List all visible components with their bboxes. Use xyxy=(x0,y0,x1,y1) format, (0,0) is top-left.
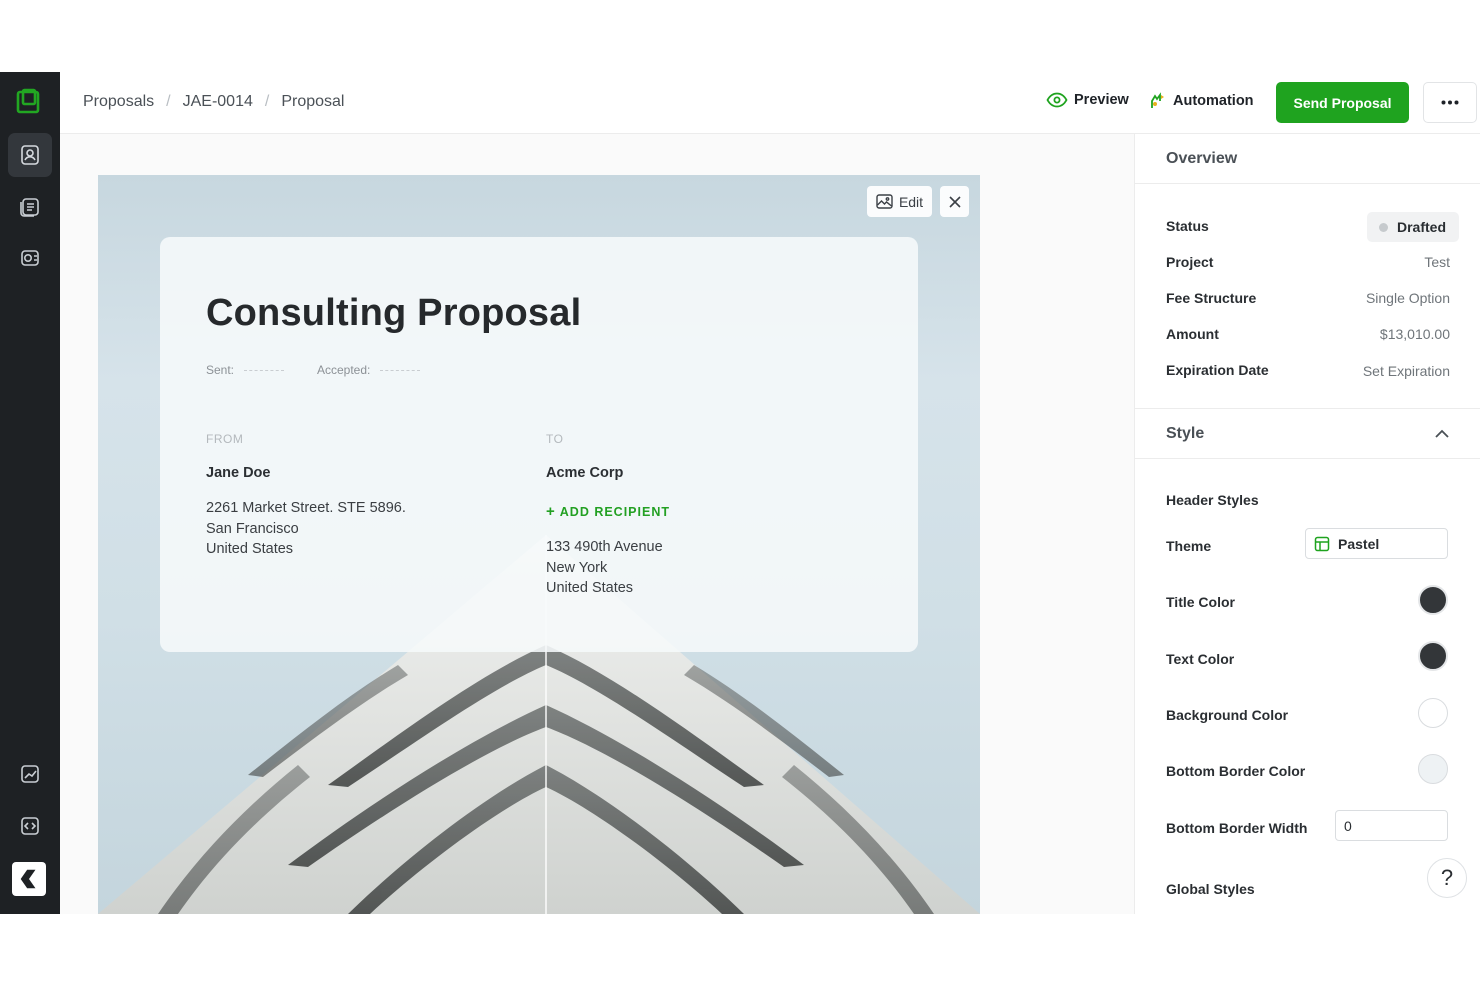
background-color-label: Background Color xyxy=(1166,707,1289,723)
breadcrumb-current: Proposal xyxy=(281,93,345,110)
proposal-header-card: Consulting Proposal Sent: Accepted: FROM… xyxy=(160,237,918,652)
status-label: Status xyxy=(1166,218,1209,234)
documents-icon xyxy=(20,198,39,217)
proposal-header-image[interactable]: Edit Consulting Proposal Sent: Accepted:… xyxy=(98,175,980,914)
fee-structure-value[interactable]: Single Option xyxy=(1366,290,1450,306)
automation-icon xyxy=(1151,92,1164,108)
add-recipient-label: ADD RECIPIENT xyxy=(559,505,670,519)
breadcrumb-proposal-id[interactable]: JAE-0014 xyxy=(183,93,253,111)
preview-label: Preview xyxy=(1074,92,1129,108)
edit-label: Edit xyxy=(898,193,924,210)
accepted-field: Accepted: xyxy=(317,363,421,377)
brand-logo-icon[interactable] xyxy=(12,862,46,896)
edit-image-button[interactable]: Edit xyxy=(867,186,932,217)
status-dot-icon xyxy=(1379,222,1388,232)
text-color-swatch[interactable] xyxy=(1418,641,1448,671)
to-address-line: 133 490th Avenue xyxy=(546,539,663,555)
style-section: Header Styles Theme Pastel Title Color T… xyxy=(1135,460,1480,914)
app-logo-icon[interactable] xyxy=(16,88,42,114)
image-icon xyxy=(876,194,893,209)
breadcrumb-proposals[interactable]: Proposals xyxy=(83,93,154,111)
add-recipient-button[interactable]: + ADD RECIPIENT xyxy=(546,503,670,520)
amount-value: $13,010.00 xyxy=(1379,326,1450,342)
to-label: TO xyxy=(546,432,564,446)
automation-label: Automation xyxy=(1173,93,1254,109)
breadcrumb-separator: / xyxy=(166,93,171,110)
analytics-icon xyxy=(21,765,39,783)
header-styles-heading: Header Styles xyxy=(1166,492,1259,508)
sent-field: Sent: xyxy=(206,363,285,377)
overview-header: Overview xyxy=(1135,134,1480,184)
style-section-header[interactable]: Style xyxy=(1135,408,1480,459)
theme-label: Theme xyxy=(1166,538,1212,554)
title-color-swatch[interactable] xyxy=(1418,585,1448,615)
sent-value-placeholder xyxy=(244,369,285,371)
from-address-line: 2261 Market Street. STE 5896. xyxy=(206,500,406,516)
help-button[interactable]: ? xyxy=(1427,858,1467,898)
proposal-title[interactable]: Consulting Proposal xyxy=(206,292,581,335)
contacts-icon xyxy=(21,145,39,165)
global-styles-heading: Global Styles xyxy=(1166,881,1255,897)
breadcrumb: Proposals / JAE-0014 / Proposal xyxy=(83,93,344,111)
title-color-label: Title Color xyxy=(1166,594,1235,610)
from-label: FROM xyxy=(206,432,244,446)
to-address[interactable]: 133 490th Avenue New York United States xyxy=(546,537,663,599)
code-icon xyxy=(21,817,39,835)
bottom-border-width-label: Bottom Border Width xyxy=(1166,820,1308,836)
amount-label: Amount xyxy=(1166,326,1219,342)
expiration-date-label: Expiration Date xyxy=(1166,362,1269,378)
automation-button[interactable]: Automation xyxy=(1149,92,1254,110)
sent-label: Sent: xyxy=(206,363,235,377)
plus-icon: + xyxy=(546,503,556,520)
bottom-border-color-swatch[interactable] xyxy=(1418,754,1448,784)
send-proposal-button[interactable]: Send Proposal xyxy=(1276,82,1409,123)
app-window: Proposals / JAE-0014 / Proposal Preview … xyxy=(0,72,1480,914)
from-address-line: San Francisco xyxy=(206,520,299,537)
accepted-label: Accepted: xyxy=(317,363,371,377)
eye-icon xyxy=(1046,92,1068,108)
theme-value: Pastel xyxy=(1338,535,1380,552)
set-expiration-link[interactable]: Set Expiration xyxy=(1363,363,1450,379)
overview-title: Overview xyxy=(1166,150,1238,167)
breadcrumb-separator: / xyxy=(264,93,270,110)
status-badge[interactable]: Drafted xyxy=(1367,212,1459,242)
bottom-border-width-input[interactable] xyxy=(1335,810,1448,841)
fee-structure-label: Fee Structure xyxy=(1166,290,1257,306)
project-value[interactable]: Test xyxy=(1424,254,1450,270)
close-image-button[interactable] xyxy=(940,186,969,217)
close-icon xyxy=(948,195,961,208)
background-color-swatch[interactable] xyxy=(1418,698,1448,728)
sidebar-item-documents[interactable] xyxy=(8,185,52,229)
text-color-label: Text Color xyxy=(1166,651,1235,667)
preview-button[interactable]: Preview xyxy=(1046,92,1129,108)
sidebar-item-payments[interactable] xyxy=(8,236,52,280)
bottom-border-color-label: Bottom Border Color xyxy=(1166,763,1306,779)
sidebar-item-contacts[interactable] xyxy=(8,133,52,177)
overview-section: Status Drafted Project Test Fee Structur… xyxy=(1135,198,1480,408)
sidebar-item-analytics[interactable] xyxy=(8,752,52,796)
status-value: Drafted xyxy=(1397,219,1447,235)
sidebar-item-code[interactable] xyxy=(8,804,52,848)
theme-icon xyxy=(1314,536,1330,551)
theme-select[interactable]: Pastel xyxy=(1305,528,1448,559)
to-name[interactable]: Acme Corp xyxy=(546,465,623,481)
from-address-line: United States xyxy=(206,541,294,557)
project-label: Project xyxy=(1166,254,1214,270)
style-title: Style xyxy=(1166,425,1205,442)
chevron-up-icon xyxy=(1435,429,1449,438)
top-bar: Proposals / JAE-0014 / Proposal Preview … xyxy=(60,72,1480,134)
more-options-button[interactable] xyxy=(1423,82,1477,123)
from-name[interactable]: Jane Doe xyxy=(206,465,270,481)
to-address-line: New York xyxy=(546,559,608,576)
payments-icon xyxy=(21,250,39,266)
from-address[interactable]: 2261 Market Street. STE 5896. San Franci… xyxy=(206,498,406,560)
settings-panel: Overview Status Drafted Project Test Fee… xyxy=(1134,134,1480,914)
sidebar xyxy=(0,72,60,914)
ellipsis-icon xyxy=(1441,100,1459,105)
to-address-line: United States xyxy=(546,580,634,596)
accepted-value-placeholder xyxy=(380,369,421,371)
